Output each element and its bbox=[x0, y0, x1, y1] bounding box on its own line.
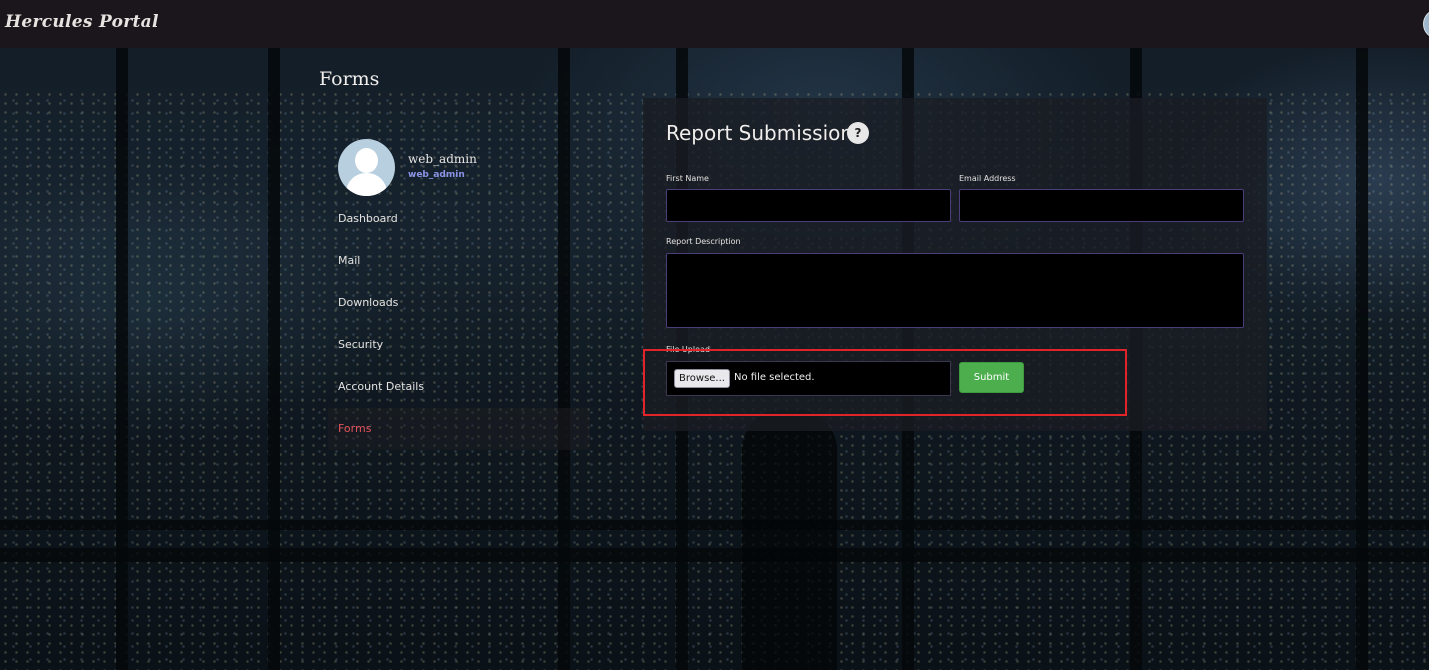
form-title: Report Submission bbox=[666, 121, 854, 145]
sidebar-item-dashboard[interactable]: Dashboard bbox=[328, 198, 590, 240]
profile-avatar-icon bbox=[338, 139, 395, 196]
profile-username: web_admin bbox=[408, 170, 465, 180]
page-title: Forms bbox=[319, 68, 380, 90]
email-input[interactable] bbox=[959, 189, 1244, 222]
sidebar-item-security[interactable]: Security bbox=[328, 324, 590, 366]
description-textarea[interactable] bbox=[666, 253, 1244, 328]
sidebar-nav: Dashboard Mail Downloads Security Accoun… bbox=[328, 198, 590, 450]
sidebar-item-downloads[interactable]: Downloads bbox=[328, 282, 590, 324]
help-icon[interactable]: ? bbox=[847, 122, 869, 144]
highlight-annotation bbox=[643, 349, 1127, 416]
avatar-head bbox=[355, 148, 378, 173]
silhouette bbox=[742, 410, 837, 670]
brand-logo[interactable]: Hercules Portal bbox=[5, 12, 159, 32]
top-navbar: Hercules Portal bbox=[0, 0, 1429, 48]
email-label: Email Address bbox=[959, 174, 1016, 183]
window-frame bbox=[0, 520, 1429, 530]
first-name-label: First Name bbox=[666, 174, 709, 183]
window-frame bbox=[116, 48, 128, 670]
user-avatar-icon[interactable] bbox=[1423, 9, 1429, 39]
window-frame bbox=[0, 548, 1429, 562]
window-frame bbox=[1356, 48, 1368, 670]
description-label: Report Description bbox=[666, 237, 741, 246]
sidebar-item-account-details[interactable]: Account Details bbox=[328, 366, 590, 408]
window-frame bbox=[268, 48, 280, 670]
sidebar-item-forms[interactable]: Forms bbox=[328, 408, 590, 450]
avatar-body bbox=[346, 173, 387, 196]
profile-display-name: web_admin bbox=[408, 152, 477, 166]
sidebar-item-mail[interactable]: Mail bbox=[328, 240, 590, 282]
first-name-input[interactable] bbox=[666, 189, 951, 222]
